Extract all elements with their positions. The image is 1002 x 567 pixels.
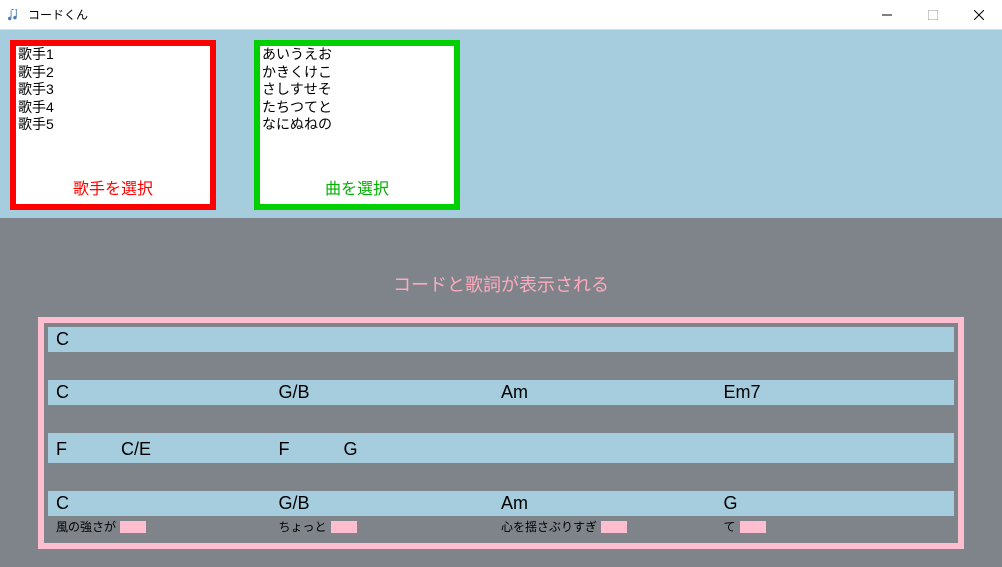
song-item[interactable]: なにぬねの [260,116,454,134]
chord-cell: C [56,493,279,514]
chord-row: F C/EF G [48,433,954,463]
chord-cell: Em7 [724,382,947,403]
chord-cell [501,329,724,350]
singer-item[interactable]: 歌手3 [16,81,210,99]
singer-item[interactable]: 歌手2 [16,64,210,82]
chord-cell: Am [501,493,724,514]
lyric-row [48,354,954,356]
singer-item[interactable]: 歌手1 [16,46,210,64]
lyric-cell: ちょっと [279,518,502,535]
singer-frame: 歌手1歌手2歌手3歌手4歌手5 歌手を選択 [10,40,216,210]
lyric-cell: 風の強さが [56,518,279,535]
song-item[interactable]: たちつてと [260,99,454,117]
song-item[interactable]: あいうえお [260,46,454,64]
app-icon [8,8,22,22]
chord-frame: CCG/BAmEm7F C/EF GCG/BAmG風の強さがちょっと心を揺さぶり… [38,317,964,549]
chord-cell: G/B [279,382,502,403]
lyric-row [48,465,954,467]
lyric-cell: 心を揺さぶりすぎ [501,518,724,535]
chord-row: CG/BAmG [48,491,954,516]
chord-cell [724,329,947,350]
singer-label: 歌手を選択 [16,176,210,204]
lyric-marker [120,521,146,533]
lyric-row [48,407,954,409]
minimize-button[interactable] [864,0,910,30]
maximize-icon [928,10,938,20]
chord-cell: C [56,382,279,403]
singer-item[interactable]: 歌手5 [16,116,210,134]
titlebar: コードくん [0,0,1002,30]
song-listbox[interactable]: あいうえおかきくけこさしすせそたちつてとなにぬねの [260,46,454,176]
close-button[interactable] [956,0,1002,30]
minimize-icon [882,10,892,20]
chord-cell: F G [279,435,502,461]
bottom-panel: コードと歌詞が表示される CCG/BAmEm7F C/EF GCG/BAmG風の… [0,221,1002,567]
close-icon [974,10,984,20]
singer-listbox[interactable]: 歌手1歌手2歌手3歌手4歌手5 [16,46,210,176]
singer-item[interactable]: 歌手4 [16,99,210,117]
annotation-label: コードと歌詞が表示される [0,271,1002,297]
chord-cell [279,329,502,350]
chord-cell: G/B [279,493,502,514]
song-item[interactable]: かきくけこ [260,64,454,82]
chord-cell: Am [501,382,724,403]
lyric-row: 風の強さがちょっと心を揺さぶりすぎて [48,518,954,537]
chord-cell [501,435,724,461]
window-title: コードくん [28,6,88,23]
lyric-marker [601,521,627,533]
chord-cell: G [724,493,947,514]
chord-row: CG/BAmEm7 [48,380,954,405]
maximize-button [910,0,956,30]
lyric-marker [740,521,766,533]
lyric-marker [331,521,357,533]
song-label: 曲を選択 [260,176,454,204]
song-frame: あいうえおかきくけこさしすせそたちつてとなにぬねの 曲を選択 [254,40,460,210]
chord-cell: F C/E [56,435,279,461]
chord-row: C [48,327,954,352]
chord-cell [724,435,947,461]
top-panel: 歌手1歌手2歌手3歌手4歌手5 歌手を選択 あいうえおかきくけこさしすせそたちつ… [0,30,1002,221]
song-item[interactable]: さしすせそ [260,81,454,99]
lyric-cell: て [724,518,947,535]
chord-cell: C [56,329,279,350]
